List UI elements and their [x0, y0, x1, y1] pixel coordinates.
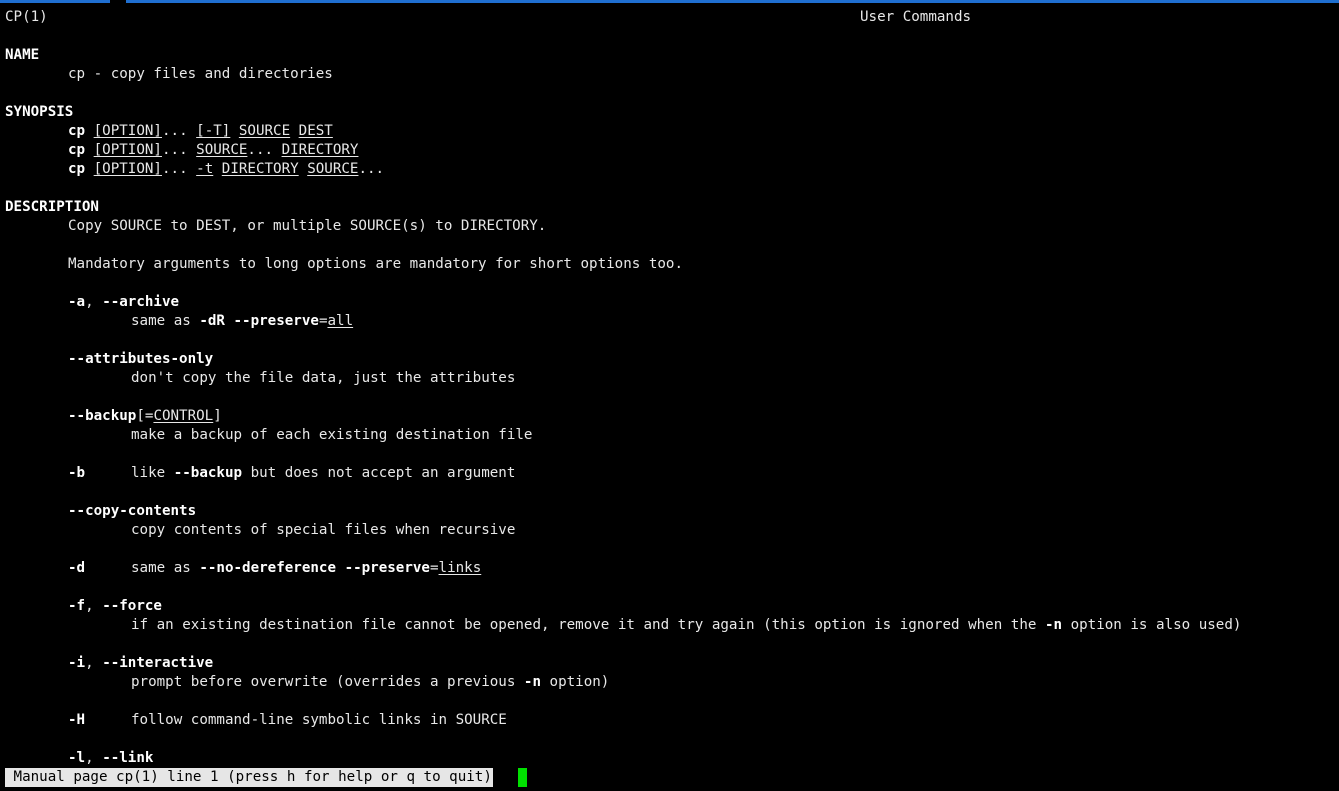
description-line: Mandatory arguments to long options are … [68, 256, 683, 272]
option-copy-contents-flag: --copy-contents [68, 503, 197, 519]
section-name-heading: NAME [5, 47, 40, 63]
option-attributes-only-desc: don't copy the file data, just the attri… [131, 370, 516, 386]
terminal-cursor[interactable] [518, 768, 527, 787]
synopsis-line: cp [OPTION]... -t DIRECTORY SOURCE... [68, 161, 385, 177]
option-copy-contents-desc: copy contents of special files when recu… [131, 522, 516, 538]
section-description-heading: DESCRIPTION [5, 199, 99, 215]
man-header: CP(1) [5, 8, 48, 27]
man-header-center: User Commands [860, 9, 972, 25]
tab-indicator [110, 0, 126, 3]
option-b-flag: -b [68, 465, 86, 481]
name-line: cp - copy files and directories [68, 66, 333, 82]
option-d-flag: -d [68, 560, 86, 576]
option-attributes-only-flag: --attributes-only [68, 351, 214, 367]
option-interactive-flag: -i, --interactive [68, 655, 214, 671]
option-H-desc: follow command-line symbolic links in SO… [131, 712, 507, 728]
option-backup-desc: make a backup of each existing destinati… [131, 427, 533, 443]
option-b-desc: like --backup but does not accept an arg… [131, 465, 516, 481]
option-archive-flag: -a, --archive [68, 294, 180, 310]
option-force-desc: if an existing destination file cannot b… [131, 617, 1242, 633]
option-archive-desc: same as -dR --preserve=all [131, 313, 354, 329]
option-backup-flag: --backup[=CONTROL] [68, 408, 222, 424]
man-header-left: CP(1) [5, 9, 48, 25]
description-line: Copy SOURCE to DEST, or multiple SOURCE(… [68, 218, 547, 234]
option-d-desc: same as --no-dereference --preserve=link… [131, 560, 482, 576]
option-link-flag: -l, --link [68, 750, 154, 766]
option-interactive-desc: prompt before overwrite (overrides a pre… [131, 674, 610, 690]
section-synopsis-heading: SYNOPSIS [5, 104, 74, 120]
synopsis-line: cp [OPTION]... SOURCE... DIRECTORY [68, 142, 359, 158]
synopsis-line: cp [OPTION]... [-T] SOURCE DEST [68, 123, 333, 139]
pager-status-bar: Manual page cp(1) line 1 (press h for he… [5, 768, 493, 787]
window-top-border [0, 0, 1339, 3]
option-force-flag: -f, --force [68, 598, 162, 614]
option-H-flag: -H [68, 712, 86, 728]
terminal-window[interactable]: CP(1) User Commands NAME cp - copy files… [0, 0, 1339, 791]
